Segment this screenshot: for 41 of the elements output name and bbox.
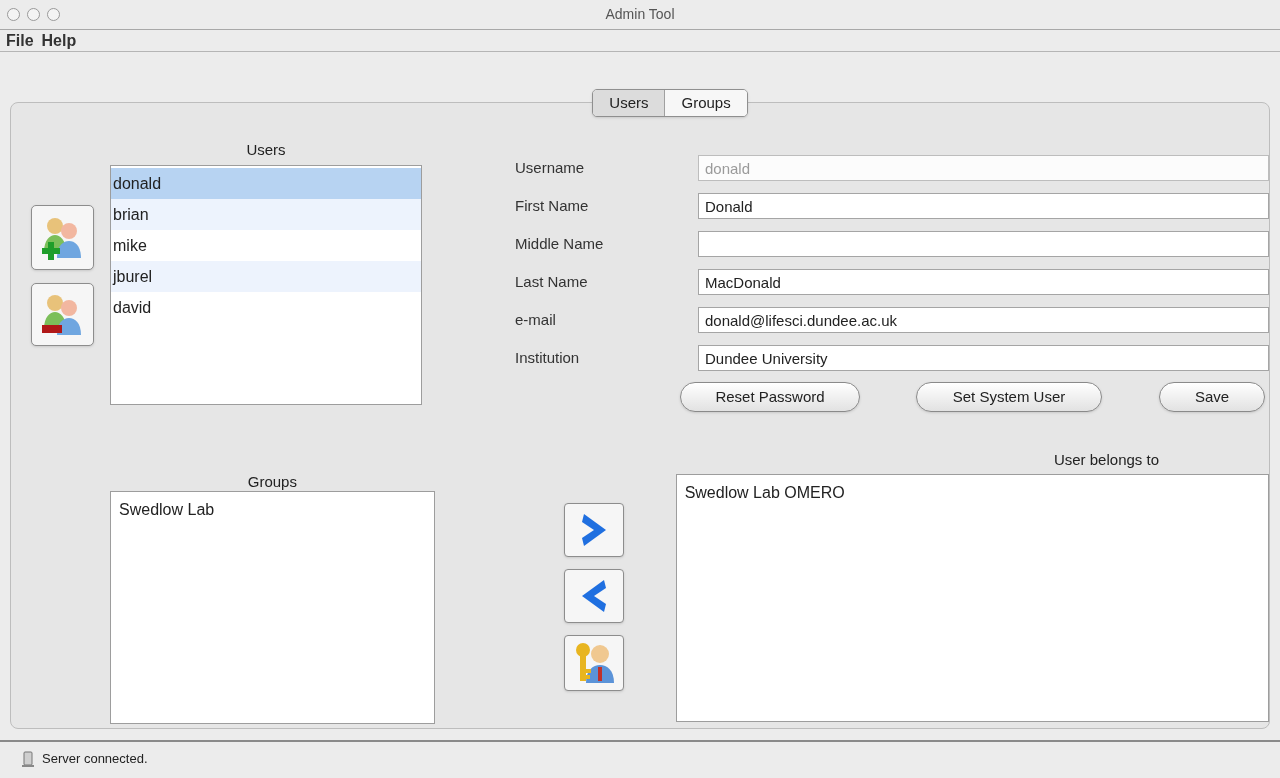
groups-heading: Groups	[247, 472, 297, 491]
user-list-item[interactable]: jburel	[111, 261, 421, 292]
form-button[interactable]: Reset Password	[680, 382, 860, 412]
menu-item[interactable]: File	[6, 28, 34, 53]
field-label: Institution	[515, 347, 581, 368]
user-list-item[interactable]: brian	[111, 199, 421, 230]
users-plus-icon	[41, 215, 84, 260]
add-user-button[interactable]	[31, 205, 94, 270]
membership-heading: User belongs to	[1053, 450, 1159, 470]
chevron-right-icon	[579, 512, 608, 548]
field-label: Last Name	[515, 271, 589, 292]
window-zoom-icon[interactable]	[47, 8, 60, 21]
menu-item[interactable]: Help	[41, 28, 77, 53]
group-list-item[interactable]: Swedlow Lab	[111, 498, 434, 520]
form-button[interactable]: Set System User	[916, 382, 1102, 412]
field-label: Username	[515, 157, 586, 178]
key-user-icon	[573, 641, 614, 685]
window-title: Admin Tool	[605, 5, 675, 24]
input-field[interactable]: donald@lifesci.dundee.ac.uk	[698, 307, 1269, 333]
field-label: First Name	[515, 195, 590, 216]
input-field[interactable]: Dundee University	[698, 345, 1269, 371]
users-minus-icon	[41, 292, 84, 337]
window-close-icon[interactable]	[7, 8, 20, 21]
remove-from-group-button[interactable]	[563, 569, 624, 623]
server-icon	[22, 751, 34, 767]
tab[interactable]: Users	[593, 90, 665, 116]
add-to-group-button[interactable]	[563, 503, 624, 557]
input-field[interactable]: Donald	[698, 193, 1269, 219]
field-label: Middle Name	[515, 233, 605, 254]
field-label: e-mail	[515, 309, 557, 330]
form-button[interactable]: Save	[1159, 382, 1265, 412]
remove-user-button[interactable]	[31, 283, 94, 346]
input-field[interactable]	[698, 231, 1269, 257]
tab[interactable]: Groups	[664, 90, 747, 116]
user-list-item[interactable]: donald	[111, 168, 421, 199]
status-text: Server connected.	[42, 750, 148, 769]
window-minimize-icon[interactable]	[27, 8, 40, 21]
users-heading: Users	[246, 140, 286, 159]
input-field[interactable]: MacDonald	[698, 269, 1269, 295]
membership-list-item[interactable]: Swedlow Lab OMERO	[676, 481, 1268, 503]
group-owner-button[interactable]	[563, 635, 624, 691]
